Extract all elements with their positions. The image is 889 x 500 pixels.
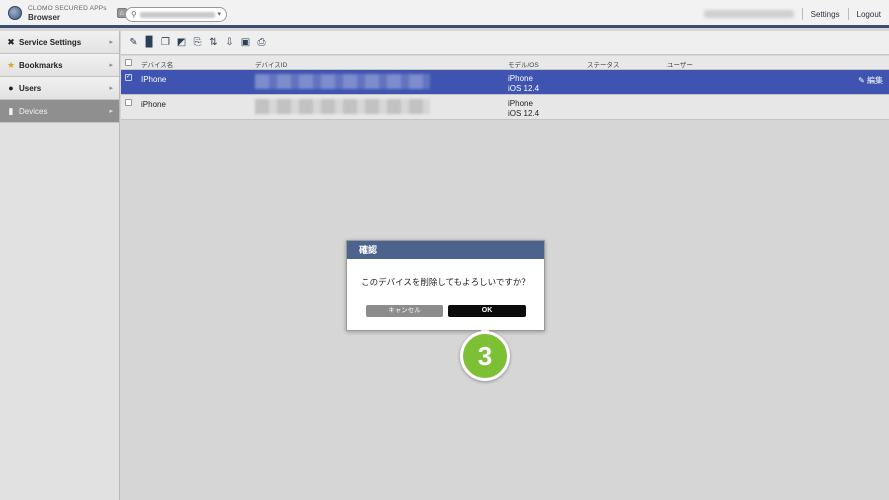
pencil-icon: ✎ [858,76,865,85]
device-id-redacted [255,99,430,114]
row-edit-button[interactable]: ✎ 編集 [858,75,883,86]
row-checkbox[interactable]: ✓ [125,74,132,81]
chevron-right-icon: ▸ [109,108,113,115]
app-logo [8,5,22,20]
device-download-icon[interactable]: ⇩ [223,36,236,49]
chevron-down-icon[interactable]: ▾ [217,10,221,18]
brand: CLOMO SECURED APPs Browser [28,4,107,22]
device-name: iPhone [141,100,166,109]
device-model-os: iPhone iOS 12.4 [508,74,539,94]
confirm-dialog: 確認 このデバイスを削除してもよろしいですか？ キャンセル OK [346,240,545,331]
sidebar-item-label: Devices [19,106,48,116]
brand-title: Browser [28,12,61,22]
tools-icon: ✖ [7,36,15,47]
sidebar-item-bookmarks[interactable]: ★ Bookmarks ▸ [0,54,119,77]
column-header-user[interactable]: ユーザー [667,59,693,69]
trash-icon[interactable]: ▉ [143,36,156,49]
account-name-redacted [703,10,794,18]
app-header: CLOMO SECURED APPs Browser ⌂ ⚲ ▾ Setting… [0,0,889,28]
export-icon[interactable]: ⎙ [255,36,268,49]
settings-link[interactable]: Settings [811,10,840,19]
device-model: iPhone [508,99,533,108]
search-value-redacted [139,11,215,18]
device-os: iOS 12.4 [508,109,540,118]
device-toolbar: ✎ ▉ ❐ ◩ ⎘ ⇅ ⇩ ▣ ⎙ [121,31,889,55]
ok-button[interactable]: OK [448,305,526,317]
chevron-right-icon: ▸ [109,62,113,69]
column-header-status[interactable]: ステータス [587,59,620,69]
column-header-model-os[interactable]: モデル/OS [508,59,539,69]
user-icon: ● [8,83,14,93]
sidebar-item-label: Service Settings [19,37,82,47]
table-header: デバイス名 デバイスID モデル/OS ステータス ユーザー [121,56,889,70]
step-marker: 3 [460,331,510,381]
transfer-icon[interactable]: ⇅ [207,36,220,49]
edit-icon[interactable]: ✎ [127,36,140,49]
logout-link[interactable]: Logout [857,10,881,19]
dialog-title: 確認 [347,241,544,259]
copy-icon[interactable]: ❐ [159,36,172,49]
column-header-name[interactable]: デバイス名 [141,59,173,69]
search-icon: ⚲ [131,10,137,19]
sidebar-item-label: Bookmarks [19,60,63,70]
device-model: iPhone [508,74,533,83]
device-os: iOS 12.4 [508,84,540,93]
search-input[interactable]: ⚲ ▾ [125,7,227,22]
table-row[interactable]: iPhone iPhone iOS 12.4 [121,95,889,120]
sidebar-item-service-settings[interactable]: ✖ Service Settings ▸ [0,31,119,54]
table-row[interactable]: ✓ IPhone iPhone iOS 12.4 ✎ 編集 [121,70,889,95]
device-sync-icon[interactable]: ⎘ [191,36,204,49]
select-all-checkbox[interactable] [125,59,132,66]
device-model-os: iPhone iOS 12.4 [508,99,539,119]
sidebar-item-label: Users [19,83,42,93]
row-checkbox[interactable] [125,99,132,106]
chevron-right-icon: ▸ [109,85,113,92]
sidebar-item-devices[interactable]: ▮ Devices ▸ [0,100,119,123]
chevron-right-icon: ▸ [109,39,113,46]
brand-subtitle: CLOMO SECURED APPs [28,4,107,12]
sidebar-item-users[interactable]: ● Users ▸ [0,77,119,100]
cancel-button[interactable]: キャンセル [366,305,443,317]
sidebar: ✖ Service Settings ▸ ★ Bookmarks ▸ ● Use… [0,31,120,500]
device-id-redacted [255,74,430,89]
device-icon: ▮ [8,105,14,116]
device-name: IPhone [141,75,167,84]
star-icon: ★ [6,59,16,70]
group-icon[interactable]: ◩ [175,36,188,49]
image-icon[interactable]: ▣ [239,36,252,49]
column-header-device-id[interactable]: デバイスID [255,59,287,69]
dialog-message: このデバイスを削除してもよろしいですか？ [361,277,530,287]
